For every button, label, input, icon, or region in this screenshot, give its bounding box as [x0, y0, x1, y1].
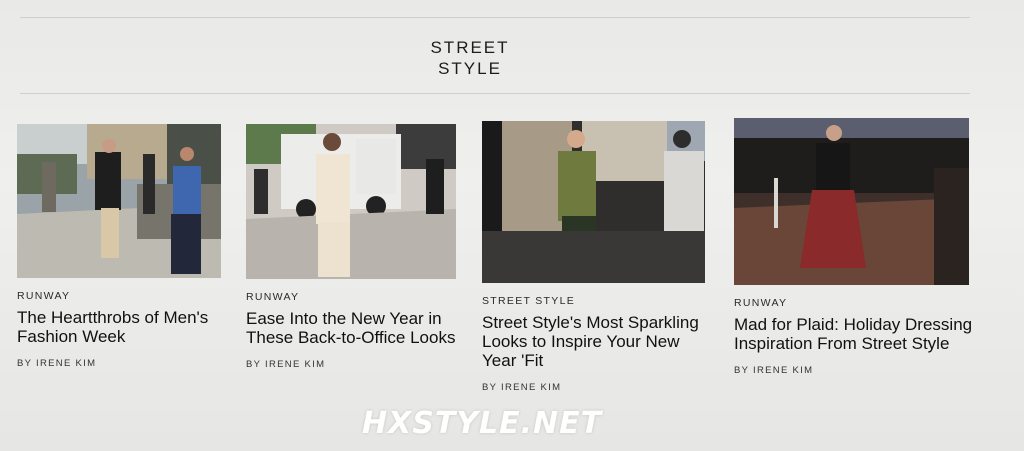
article-title[interactable]: Mad for Plaid: Holiday Dressing Inspirat… — [734, 315, 974, 353]
article-category[interactable]: RUNWAY — [17, 290, 227, 302]
section-divider — [20, 93, 970, 94]
street-photo-image — [246, 124, 456, 279]
top-divider — [20, 17, 970, 18]
section-title-line-1: STREET — [430, 38, 510, 57]
article-card-3[interactable]: STREET STYLE Street Style's Most Sparkli… — [482, 121, 708, 393]
article-byline[interactable]: BY IRENE KIM — [17, 358, 227, 369]
article-image-4[interactable] — [734, 118, 969, 285]
article-card-2[interactable]: RUNWAY Ease Into the New Year in These B… — [246, 124, 458, 370]
street-photo-image — [17, 124, 221, 278]
article-image-3[interactable] — [482, 121, 705, 283]
section-title[interactable]: STREET STYLE — [0, 37, 940, 79]
article-title[interactable]: The Heartthrobs of Men's Fashion Week — [17, 308, 227, 346]
street-photo-image — [482, 121, 705, 283]
article-byline[interactable]: BY IRENE KIM — [246, 359, 458, 370]
article-title[interactable]: Street Style's Most Sparkling Looks to I… — [482, 313, 708, 370]
article-category[interactable]: STREET STYLE — [482, 295, 708, 307]
street-photo-image — [734, 118, 969, 285]
article-byline[interactable]: BY IRENE KIM — [482, 382, 708, 393]
article-category[interactable]: RUNWAY — [246, 291, 458, 303]
article-image-1[interactable] — [17, 124, 221, 278]
article-title[interactable]: Ease Into the New Year in These Back-to-… — [246, 309, 458, 347]
article-card-4[interactable]: RUNWAY Mad for Plaid: Holiday Dressing I… — [734, 118, 974, 376]
watermark: HXSTYLE.NET — [362, 406, 603, 441]
section-title-line-2: STYLE — [438, 59, 502, 78]
article-image-2[interactable] — [246, 124, 456, 279]
article-byline[interactable]: BY IRENE KIM — [734, 365, 974, 376]
article-category[interactable]: RUNWAY — [734, 297, 974, 309]
article-card-1[interactable]: RUNWAY The Heartthrobs of Men's Fashion … — [17, 124, 227, 369]
